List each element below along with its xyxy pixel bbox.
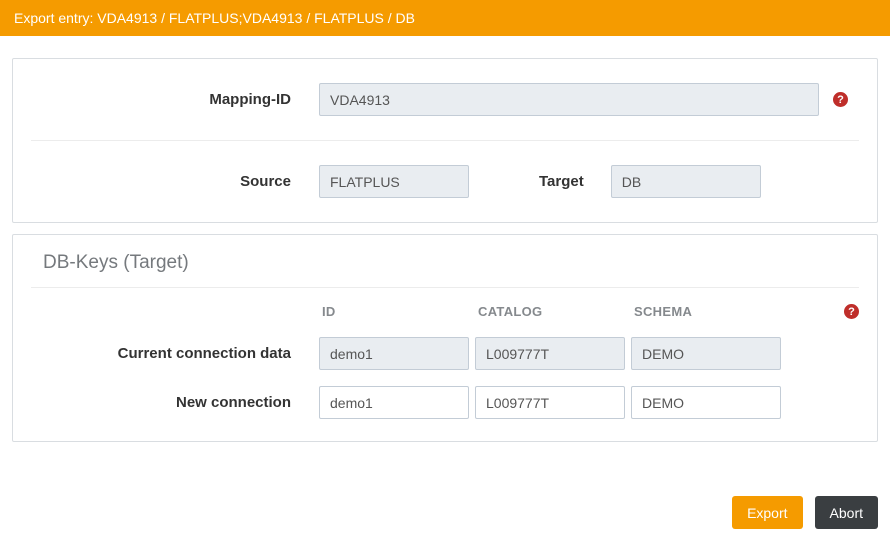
export-button[interactable]: Export	[732, 496, 803, 529]
new-id-input[interactable]	[319, 386, 469, 419]
dbkeys-panel: DB-Keys (Target) ID CATALOG SCHEMA ? Cur…	[12, 234, 878, 442]
dialog-title: Export entry: VDA4913 / FLATPLUS;VDA4913…	[14, 10, 415, 26]
column-header-catalog: CATALOG	[478, 304, 543, 319]
dbkeys-title: DB-Keys (Target)	[43, 252, 189, 273]
dialog-header: Export entry: VDA4913 / FLATPLUS;VDA4913…	[0, 0, 890, 36]
target-label: Target	[539, 173, 584, 190]
column-header-id: ID	[322, 304, 336, 319]
mapping-id-label: Mapping-ID	[209, 91, 291, 108]
source-input[interactable]	[319, 165, 469, 198]
mapping-panel: Mapping-ID ? Source Target	[12, 58, 878, 223]
current-connection-label: Current connection data	[117, 345, 291, 362]
mapping-id-row: Mapping-ID ?	[13, 59, 877, 140]
table-row-new-connection: New connection	[43, 386, 859, 419]
dbkeys-header-row: ID CATALOG SCHEMA ?	[43, 304, 859, 319]
table-row-current-connection: Current connection data	[43, 337, 859, 370]
dbkeys-help-icon[interactable]: ?	[844, 304, 859, 319]
mapping-id-input[interactable]	[319, 83, 819, 116]
new-schema-input[interactable]	[631, 386, 781, 419]
abort-button[interactable]: Abort	[814, 496, 878, 529]
dbkeys-table: ID CATALOG SCHEMA ? Current connection d…	[13, 288, 877, 441]
new-connection-label: New connection	[175, 394, 291, 411]
current-catalog-input[interactable]	[475, 337, 625, 370]
footer-actions: Export Abort	[732, 496, 878, 529]
current-schema-input[interactable]	[631, 337, 781, 370]
mapping-help-icon[interactable]: ?	[833, 92, 848, 107]
target-input[interactable]	[610, 165, 761, 198]
source-label: Source	[240, 173, 291, 190]
new-catalog-input[interactable]	[475, 386, 625, 419]
current-id-input[interactable]	[319, 337, 469, 370]
dbkeys-title-row: DB-Keys (Target)	[13, 235, 877, 287]
column-header-schema: SCHEMA	[634, 304, 693, 319]
source-target-row: Source Target	[13, 141, 877, 222]
